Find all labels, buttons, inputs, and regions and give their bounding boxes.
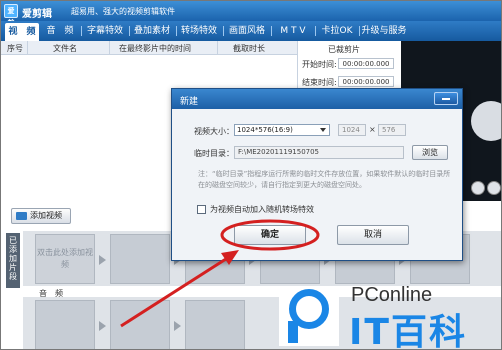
app-window: 爱剪 爱剪辑 超易用、强大的视频剪辑软件 视 频 音 频 字幕特效 叠加素材 转… (0, 0, 502, 350)
pconline-logo-tail (288, 321, 298, 343)
pointer-arrow-head (221, 250, 239, 265)
watermark-chinese: IT百科 (349, 312, 467, 350)
highlight-ellipse (220, 219, 320, 251)
pointer-arrow-line (120, 255, 230, 328)
